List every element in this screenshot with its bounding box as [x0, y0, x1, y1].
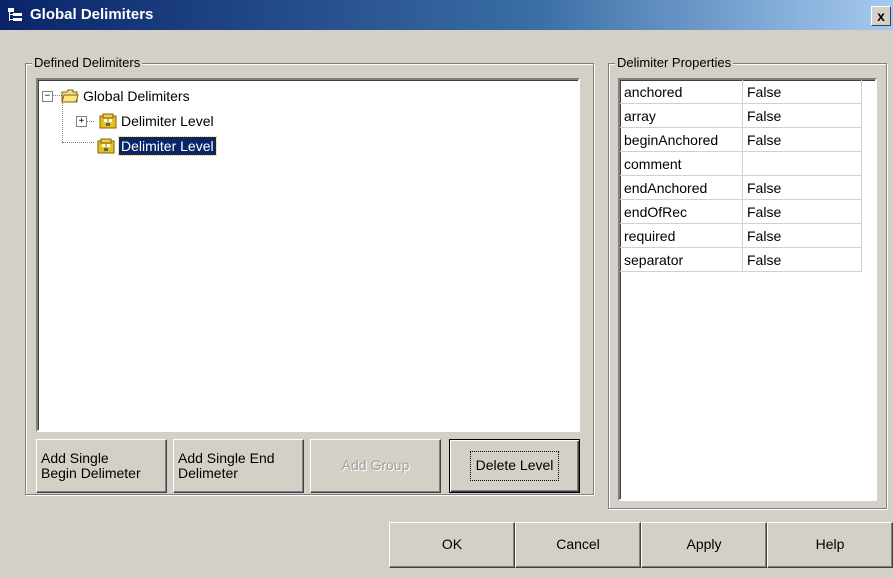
tree-node-level-2[interactable]: Delimiter Level [94, 136, 217, 156]
ok-label: OK [441, 536, 463, 553]
property-row[interactable]: array False [620, 103, 862, 128]
help-button[interactable]: Help [767, 522, 893, 568]
add-single-begin-button[interactable]: Add Single Begin Delimeter [36, 439, 167, 493]
add-single-end-button[interactable]: Add Single End Delimeter [173, 439, 304, 493]
property-row[interactable]: separator False [620, 247, 862, 272]
open-folder-icon [61, 89, 79, 103]
defined-delimiters-legend: Defined Delimiters [32, 55, 143, 70]
property-row[interactable]: beginAnchored False [620, 127, 862, 152]
tree-app-icon [8, 8, 22, 21]
close-icon: x [877, 8, 885, 24]
delimiter-level-icon [97, 138, 115, 154]
property-value[interactable]: False [742, 247, 862, 272]
tree-label-root: Global Delimiters [83, 88, 190, 104]
delimiter-level-icon [99, 113, 117, 129]
ok-button[interactable]: OK [389, 522, 515, 568]
property-value[interactable]: False [742, 127, 862, 152]
cancel-label: Cancel [556, 536, 600, 553]
property-value[interactable]: False [742, 103, 862, 128]
delete-level-label: Delete Level [469, 451, 560, 481]
property-key: beginAnchored [620, 127, 743, 152]
property-row[interactable]: endOfRec False [620, 199, 862, 224]
delete-level-button[interactable]: Delete Level [449, 439, 580, 493]
title-bar: Global Delimiters x [0, 0, 893, 30]
collapse-icon[interactable]: − [42, 90, 53, 102]
tree-node-level-1[interactable]: + Delimiter Level [76, 111, 214, 131]
cancel-button[interactable]: Cancel [515, 522, 641, 568]
apply-label: Apply [686, 536, 722, 553]
properties-table: anchored False array False beginAnchored Fals… [620, 80, 862, 272]
property-value[interactable] [742, 151, 862, 176]
property-key: anchored [620, 80, 743, 104]
property-key: array [620, 103, 743, 128]
add-group-button[interactable]: Add Group [310, 439, 441, 493]
add-single-end-label: Add Single End Delimeter [178, 449, 275, 481]
property-row[interactable]: comment [620, 151, 862, 176]
property-key: endAnchored [620, 175, 743, 200]
tree-connector [62, 142, 94, 143]
add-group-label: Add Group [341, 457, 410, 474]
property-row[interactable]: endAnchored False [620, 175, 862, 200]
add-single-begin-label: Add Single Begin Delimeter [41, 449, 141, 481]
delimiter-properties-legend: Delimiter Properties [615, 55, 734, 70]
expand-icon[interactable]: + [76, 115, 87, 127]
tree-label-level: Delimiter Level [121, 113, 214, 129]
property-value[interactable]: False [742, 199, 862, 224]
tree-connector [62, 100, 63, 142]
property-value[interactable]: False [742, 175, 862, 200]
tree-node-root[interactable]: − Global Delimiters [42, 86, 190, 106]
property-value[interactable]: False [742, 223, 862, 248]
close-button[interactable]: x [871, 6, 891, 26]
properties-grid[interactable]: anchored False array False beginAnchored Fals… [618, 78, 877, 501]
apply-button[interactable]: Apply [641, 522, 767, 568]
tree-label-level-selected: Delimiter Level [118, 136, 217, 156]
delimiter-tree[interactable]: − Global Delimiters + Delimiter Level De… [36, 78, 580, 432]
property-row[interactable]: required False [620, 223, 862, 248]
window-title: Global Delimiters [30, 6, 154, 23]
property-key: separator [620, 247, 743, 272]
property-key: endOfRec [620, 199, 743, 224]
property-key: required [620, 223, 743, 248]
property-value[interactable]: False [742, 80, 862, 104]
property-row[interactable]: anchored False [620, 80, 862, 104]
help-label: Help [815, 536, 845, 553]
property-key: comment [620, 151, 743, 176]
